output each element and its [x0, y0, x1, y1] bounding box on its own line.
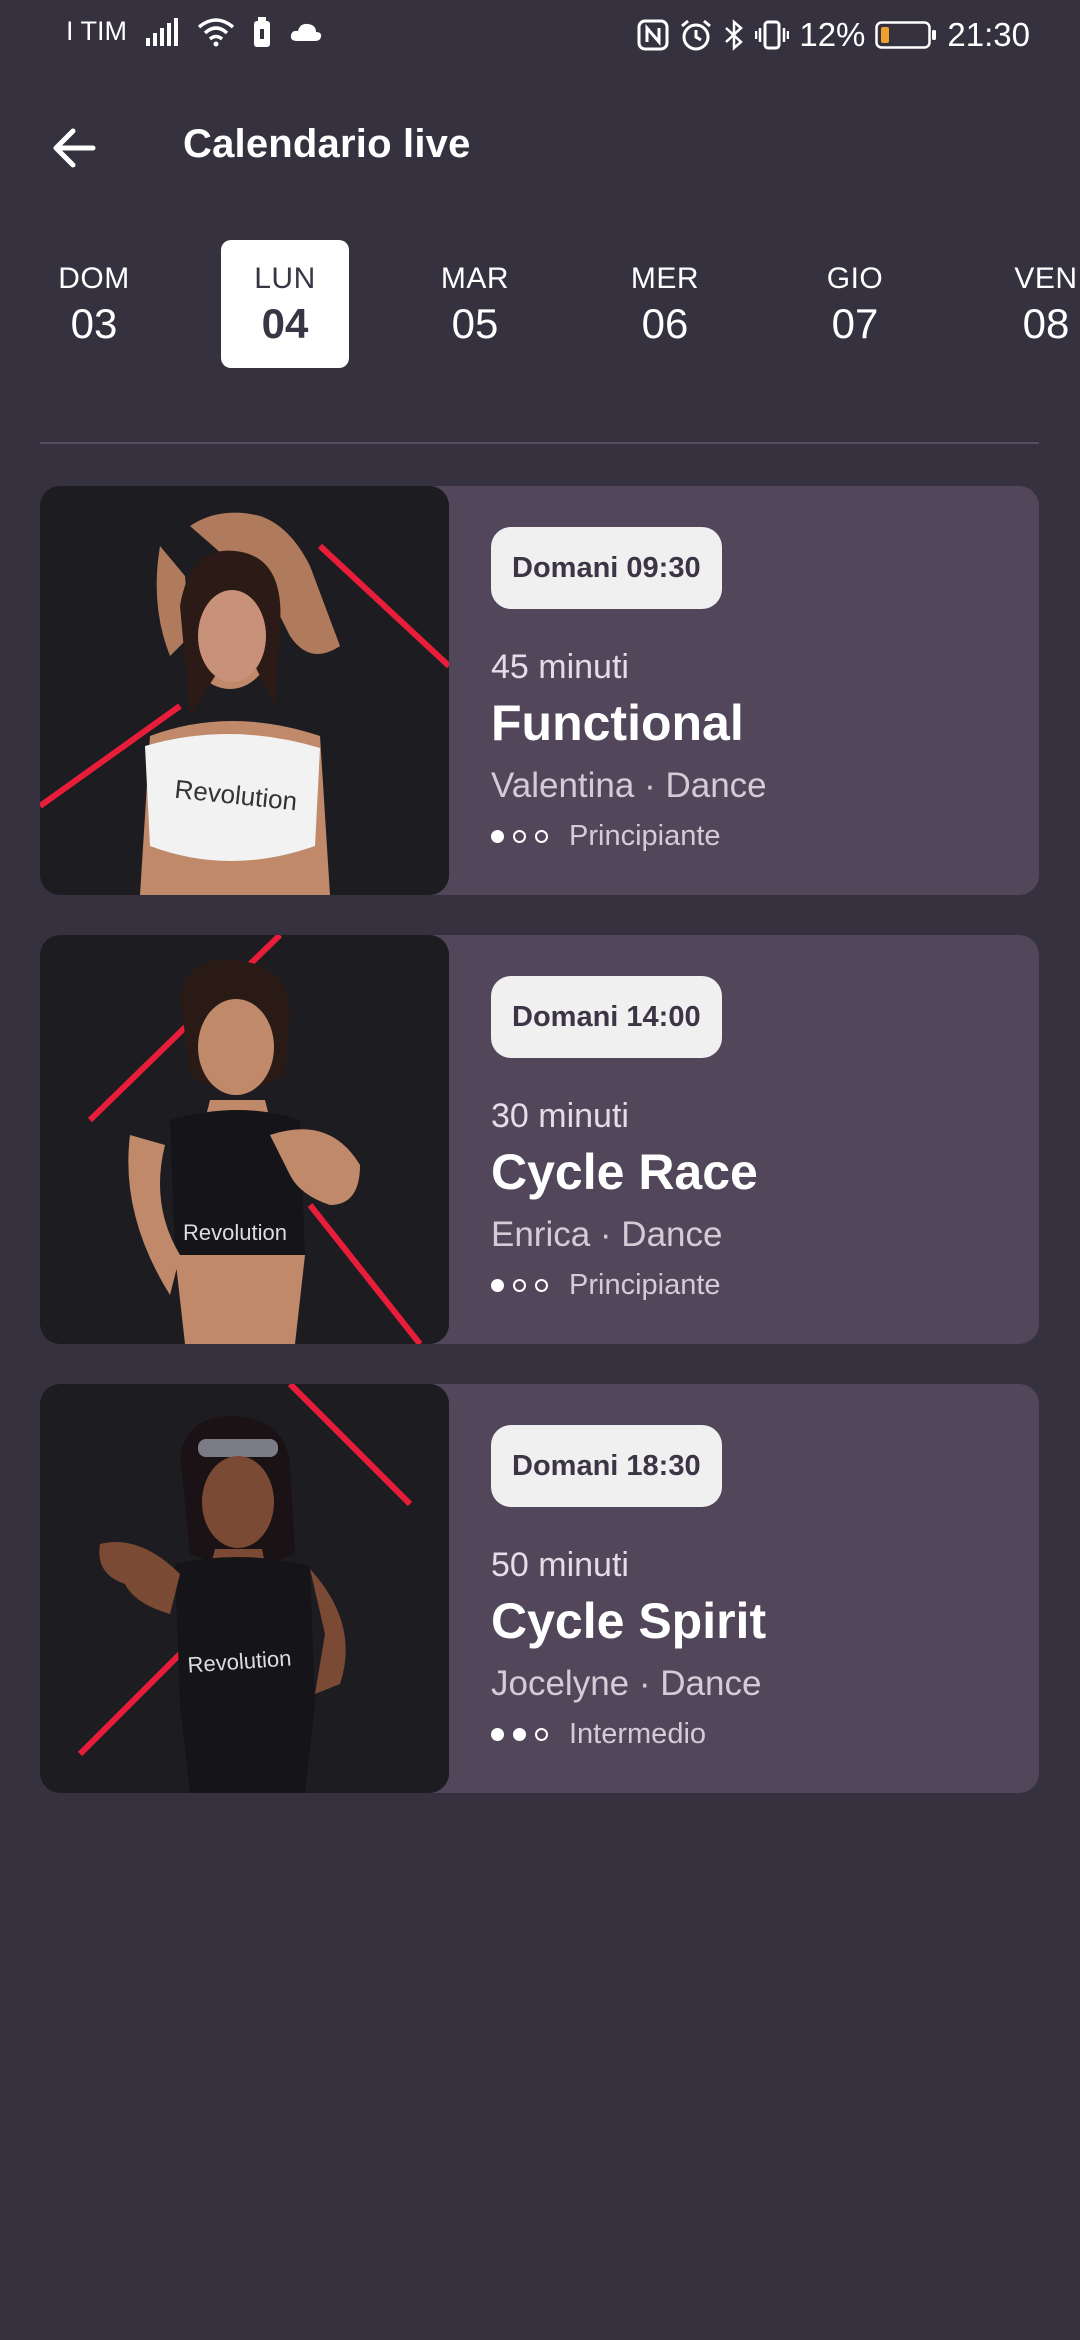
day-number: 08: [1022, 300, 1070, 347]
class-duration: 30 minuti: [491, 1097, 629, 1135]
class-name: Cycle Race: [491, 1144, 758, 1200]
day-tab-dom[interactable]: DOM 03: [30, 240, 158, 368]
day-name: DOM: [58, 262, 130, 295]
day-number: 06: [641, 300, 689, 347]
cloud-icon: [289, 21, 323, 43]
class-card[interactable]: Revolution Domani 14:00 30 minuti Cycle …: [40, 935, 1039, 1344]
day-number: 07: [831, 300, 879, 347]
day-name: GIO: [826, 262, 884, 295]
class-info: Domani 18:30 50 minuti Cycle Spirit Joce…: [491, 1384, 1039, 1793]
level-label: Principiante: [569, 1268, 721, 1301]
time-badge: Domani 18:30: [491, 1425, 722, 1507]
level-dot-empty: [513, 1278, 526, 1292]
page-title: Calendario live: [183, 122, 471, 166]
level-dot-filled: [491, 1278, 504, 1292]
class-meta: Valentina · Dance: [491, 766, 767, 805]
day-tab-ven[interactable]: VEN 08: [982, 240, 1080, 368]
level-label: Principiante: [569, 819, 721, 852]
level-label: Intermedio: [569, 1717, 707, 1750]
status-bar: I TIM 12% 21:30: [0, 0, 1080, 76]
app-header: Calendario live: [0, 110, 1080, 190]
svg-text:Revolution: Revolution: [183, 1220, 287, 1245]
day-tab-lun[interactable]: LUN 04: [221, 240, 349, 368]
day-number: 04: [261, 300, 309, 347]
time-badge: Domani 09:30: [491, 527, 722, 609]
class-meta: Jocelyne · Dance: [491, 1664, 762, 1703]
nfc-icon: [637, 19, 669, 51]
level-row: Principiante: [491, 1268, 721, 1302]
divider: [40, 442, 1039, 444]
day-name: LUN: [254, 262, 316, 295]
arrow-left-icon: [51, 127, 97, 169]
day-selector: DOM 03 LUN 04 MAR 05 MER 06 GIO 07 VEN 0…: [0, 240, 1080, 370]
day-tab-mer[interactable]: MER 06: [601, 240, 729, 368]
level-dot-empty: [535, 1278, 548, 1292]
level-dot-empty: [535, 829, 548, 843]
bluetooth-icon: [723, 19, 745, 51]
status-bar-right: 12% 21:30: [637, 16, 1030, 54]
class-duration: 45 minuti: [491, 648, 629, 686]
battery-saver-icon: [253, 16, 271, 47]
class-meta: Enrica · Dance: [491, 1215, 723, 1254]
class-info: Domani 14:00 30 minuti Cycle Race Enrica…: [491, 935, 1039, 1344]
signal-icon: [145, 17, 179, 46]
day-number: 05: [451, 300, 499, 347]
day-name: VEN: [1014, 262, 1078, 295]
time-badge: Domani 14:00: [491, 976, 722, 1058]
clock: 21:30: [947, 16, 1030, 53]
carrier-label: I TIM: [66, 16, 128, 46]
level-indicator: [491, 1278, 548, 1292]
day-tab-mar[interactable]: MAR 05: [411, 240, 539, 368]
level-row: Principiante: [491, 819, 721, 853]
class-info: Domani 09:30 45 minuti Functional Valent…: [491, 486, 1039, 895]
instructor-photo: Revolution: [40, 935, 449, 1344]
level-dot-filled: [513, 1727, 526, 1741]
level-dot-filled: [491, 829, 504, 843]
wifi-icon: [197, 17, 235, 47]
status-bar-left: I TIM: [66, 16, 323, 47]
class-card[interactable]: Revolution Domani 09:30 45 minuti Functi…: [40, 486, 1039, 895]
back-button[interactable]: [44, 118, 104, 178]
alarm-icon: [679, 18, 713, 52]
level-indicator: [491, 829, 548, 843]
level-row: Intermedio: [491, 1717, 706, 1751]
day-name: MER: [630, 262, 700, 295]
level-dot-filled: [491, 1727, 504, 1741]
instructor-photo: Revolution: [40, 1384, 449, 1793]
class-card[interactable]: Revolution Domani 18:30 50 minuti Cycle …: [40, 1384, 1039, 1793]
class-duration: 50 minuti: [491, 1546, 629, 1584]
level-indicator: [491, 1727, 548, 1741]
level-dot-empty: [535, 1727, 548, 1741]
day-number: 03: [70, 300, 118, 347]
instructor-photo: Revolution: [40, 486, 449, 895]
day-name: MAR: [440, 262, 510, 295]
class-name: Functional: [491, 695, 744, 751]
battery-percent: 12%: [799, 16, 866, 53]
class-name: Cycle Spirit: [491, 1593, 767, 1649]
day-tab-gio[interactable]: GIO 07: [791, 240, 919, 368]
level-dot-empty: [513, 829, 526, 843]
battery-icon: [875, 20, 937, 50]
vibrate-icon: [755, 19, 790, 51]
